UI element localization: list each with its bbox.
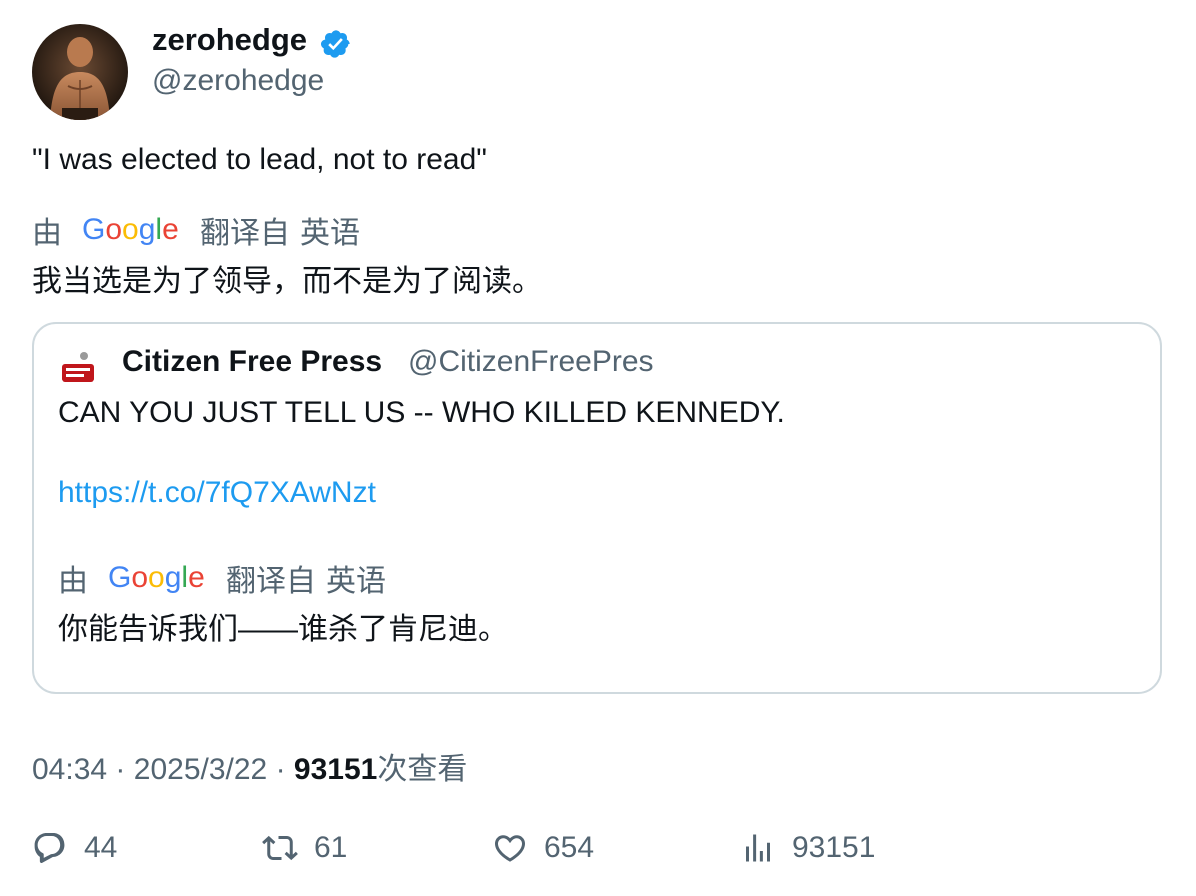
author-avatar[interactable]	[32, 24, 128, 120]
views-count: 93151	[293, 753, 378, 786]
like-count: 654	[544, 831, 595, 864]
translation-attribution: 由 Google 翻译自 英语	[32, 208, 360, 252]
bar-chart-icon	[746, 834, 770, 862]
tweet-translation-text: 我当选是为了领导，而不是为了阅读。	[32, 265, 542, 298]
like-button[interactable]: 654	[492, 830, 594, 866]
quoted-translation-attribution: 由 Google 翻译自 英语	[58, 556, 386, 600]
google-logo-icon: Google	[82, 213, 180, 247]
source-language: 英语	[300, 217, 360, 250]
reply-icon	[34, 833, 65, 864]
quoted-tweet-text: CAN YOU JUST TELL US -- WHO KILLED KENNE…	[58, 396, 785, 429]
views-stat-count: 93151	[792, 831, 876, 864]
retweet-button[interactable]: 61	[262, 830, 347, 866]
views-button[interactable]: 93151	[740, 830, 875, 866]
retweet-icon	[262, 835, 298, 861]
tweet-date[interactable]: 2025/3/22	[134, 753, 267, 786]
tweet-meta: 04:34 · 2025/3/22 · 93151次查看	[32, 744, 467, 788]
author-display-name[interactable]: zerohedge	[152, 22, 307, 58]
translated-by-label: 由	[58, 565, 88, 598]
reply-button[interactable]: 44	[32, 830, 117, 866]
reply-count: 44	[84, 831, 118, 864]
quoted-translation-text: 你能告诉我们——谁杀了肯尼迪。	[58, 613, 508, 646]
meta-separator: ·	[115, 753, 126, 786]
quoted-handle[interactable]: @CitizenFreePres	[408, 345, 654, 379]
source-language: 英语	[326, 565, 386, 598]
tweet-time[interactable]: 04:34	[32, 753, 107, 786]
quoted-display-name[interactable]: Citizen Free Press	[122, 345, 382, 379]
translated-by-label: 由	[32, 217, 62, 250]
meta-separator: ·	[275, 753, 286, 786]
author-handle[interactable]: @zerohedge	[152, 64, 324, 98]
heart-icon	[494, 835, 526, 862]
quoted-tweet-link[interactable]: https://t.co/7fQ7XAwNzt	[58, 476, 376, 510]
tweet-text: "I was elected to lead, not to read"	[32, 143, 487, 176]
google-logo-icon: Google	[108, 561, 206, 595]
retweet-count: 61	[314, 831, 348, 864]
quoted-author-avatar[interactable]	[58, 348, 98, 388]
svg-text:Google: Google	[82, 213, 179, 246]
svg-text:Google: Google	[108, 561, 205, 594]
translated-from-label: 翻译自	[226, 565, 316, 598]
verified-badge-icon	[320, 28, 352, 60]
translated-from-label: 翻译自	[200, 217, 290, 250]
views-label: 次查看	[377, 753, 468, 786]
